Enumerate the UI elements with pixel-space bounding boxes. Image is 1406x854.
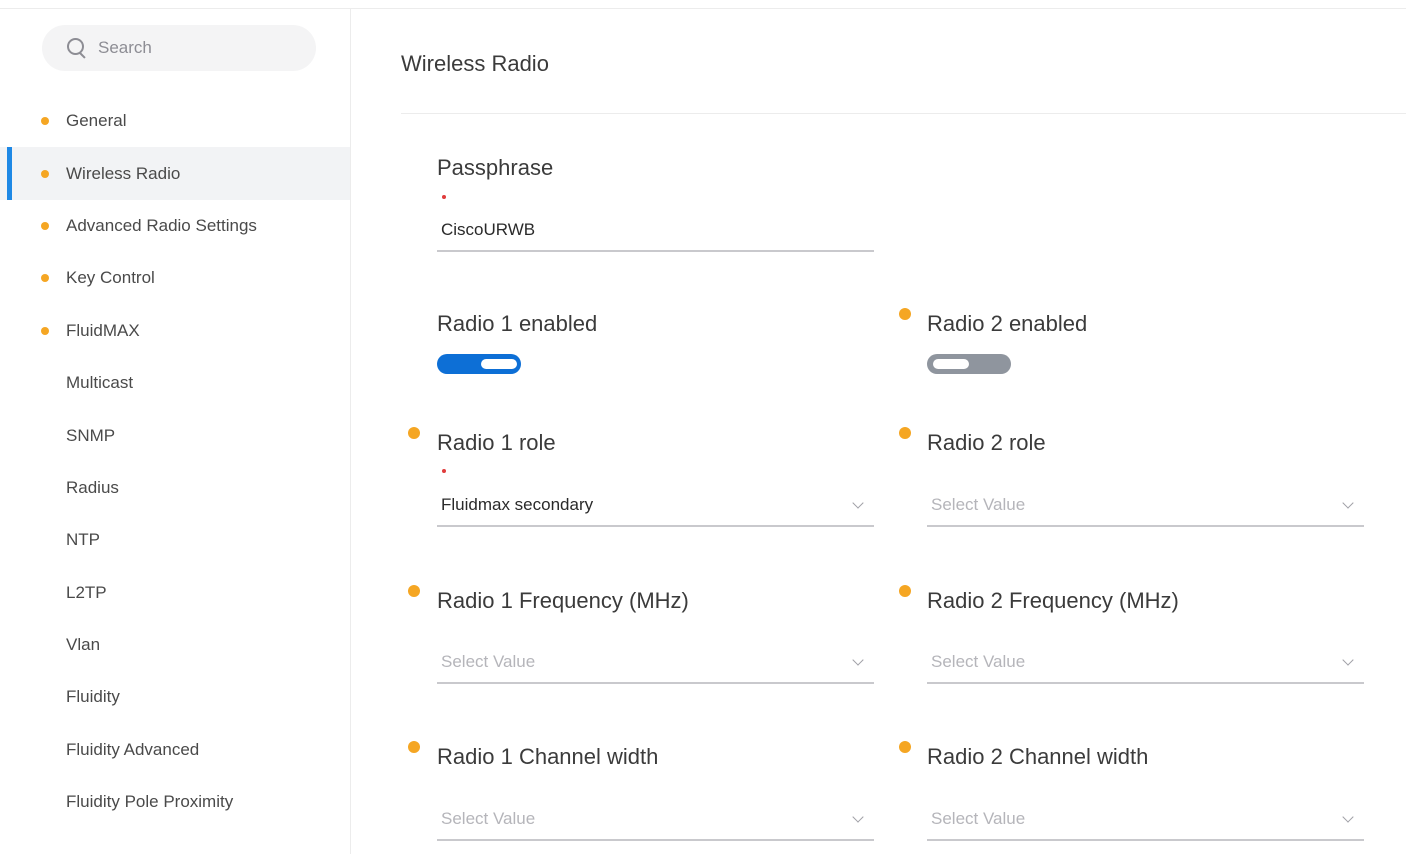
passphrase-field[interactable] [437, 210, 874, 252]
sidebar-item-general[interactable]: General [0, 95, 350, 147]
modified-indicator-dot [408, 741, 420, 753]
required-mark [442, 195, 446, 199]
sidebar-item-wireless-radio[interactable]: Wireless Radio [0, 147, 350, 201]
radio1-enabled-toggle[interactable] [437, 354, 521, 374]
radio1-frequency-select[interactable]: Select Value [437, 642, 874, 684]
select-placeholder: Select Value [931, 495, 1026, 514]
radio2-enabled-label: Radio 2 enabled [927, 311, 1088, 336]
sidebar-item-fluidity-pole-proximity[interactable]: Fluidity Pole Proximity [0, 776, 350, 828]
main-panel: Wireless Radio Passphrase Radio 1 enable… [352, 9, 1406, 854]
sidebar-item-advanced-radio-settings[interactable]: Advanced Radio Settings [0, 200, 350, 252]
select-placeholder: Select Value [931, 809, 1026, 828]
modified-indicator-dot [899, 427, 911, 439]
radio2-enabled-toggle[interactable] [927, 354, 1011, 374]
modified-indicator-dot [899, 585, 911, 597]
sidebar-item-fluidity-advanced[interactable]: Fluidity Advanced [0, 724, 350, 776]
title-divider [401, 113, 1406, 114]
sidebar-item-vlan[interactable]: Vlan [0, 619, 350, 671]
chevron-down-icon [1342, 656, 1354, 668]
search-icon [66, 37, 88, 59]
toggle-knob [933, 359, 969, 369]
sidebar-item-ntp[interactable]: NTP [0, 514, 350, 566]
chevron-down-icon [852, 499, 864, 511]
sidebar-item-label: Wireless Radio [66, 163, 181, 183]
sidebar-item-label: Fluidity Pole Proximity [66, 792, 234, 812]
chevron-down-icon [1342, 813, 1354, 825]
modified-indicator-dot [41, 274, 49, 283]
required-mark [442, 469, 446, 473]
sidebar-item-label: Radius [66, 477, 119, 497]
radio1-role-label: Radio 1 role [437, 430, 556, 455]
sidebar-item-snmp[interactable]: SNMP [0, 409, 350, 461]
sidebar-item-label: Fluidity Advanced [66, 739, 200, 759]
sidebar-item-label: Multicast [66, 373, 134, 393]
select-placeholder: Select Value [441, 809, 536, 828]
sidebar-item-multicast[interactable]: Multicast [0, 357, 350, 409]
sidebar-item-label: L2TP [66, 582, 107, 602]
sidebar-item-label: General [66, 111, 127, 131]
passphrase-input[interactable] [441, 220, 874, 240]
sidebar-item-radius[interactable]: Radius [0, 462, 350, 514]
sidebar-item-label: FluidMAX [66, 320, 140, 340]
settings-sidebar: General Wireless Radio Advanced Radio Sett… [0, 9, 351, 854]
radio2-channel-width-select[interactable]: Select Value [927, 799, 1364, 841]
sidebar-item-label: Fluidity [66, 687, 120, 707]
radio1-channel-width-select[interactable]: Select Value [437, 799, 874, 841]
chevron-down-icon [852, 656, 864, 668]
radio1-channel-width-label: Radio 1 Channel width [437, 744, 659, 769]
chevron-down-icon [1342, 499, 1354, 511]
modified-indicator-dot [41, 117, 49, 126]
modified-indicator-dot [41, 326, 49, 335]
sidebar-item-fluidmax[interactable]: FluidMAX [0, 305, 350, 357]
modified-indicator-dot [899, 741, 911, 753]
select-placeholder: Select Value [931, 652, 1026, 671]
modified-indicator-dot [408, 427, 420, 439]
select-value: Fluidmax secondary [441, 495, 594, 514]
passphrase-label: Passphrase [437, 155, 554, 180]
radio1-frequency-label: Radio 1 Frequency (MHz) [437, 588, 689, 613]
sidebar-item-fluidity[interactable]: Fluidity [0, 671, 350, 723]
radio2-role-label: Radio 2 role [927, 430, 1046, 455]
radio1-enabled-label: Radio 1 enabled [437, 311, 598, 336]
radio2-role-select[interactable]: Select Value [927, 485, 1364, 527]
modified-indicator-dot [408, 585, 420, 597]
sidebar-item-label: Advanced Radio Settings [66, 215, 257, 235]
radio2-frequency-label: Radio 2 Frequency (MHz) [927, 588, 1179, 613]
toggle-knob [481, 359, 517, 369]
radio1-role-select[interactable]: Fluidmax secondary [437, 485, 874, 527]
sidebar-nav: General Wireless Radio Advanced Radio Sett… [0, 95, 350, 828]
modified-indicator-dot [41, 169, 49, 178]
sidebar-item-key-control[interactable]: Key Control [0, 252, 350, 304]
search-input[interactable] [98, 38, 298, 58]
sidebar-item-label: Key Control [66, 268, 155, 288]
sidebar-item-label: SNMP [66, 425, 116, 445]
chevron-down-icon [852, 813, 864, 825]
select-placeholder: Select Value [441, 652, 536, 671]
modified-indicator-dot [41, 221, 49, 230]
modified-indicator-dot [899, 308, 911, 320]
sidebar-item-label: NTP [66, 530, 100, 550]
sidebar-item-label: Vlan [66, 635, 101, 655]
sidebar-item-l2tp[interactable]: L2TP [0, 567, 350, 619]
search-box[interactable] [42, 25, 316, 71]
radio2-frequency-select[interactable]: Select Value [927, 642, 1364, 684]
page-title: Wireless Radio [401, 51, 549, 76]
radio2-channel-width-label: Radio 2 Channel width [927, 744, 1149, 769]
